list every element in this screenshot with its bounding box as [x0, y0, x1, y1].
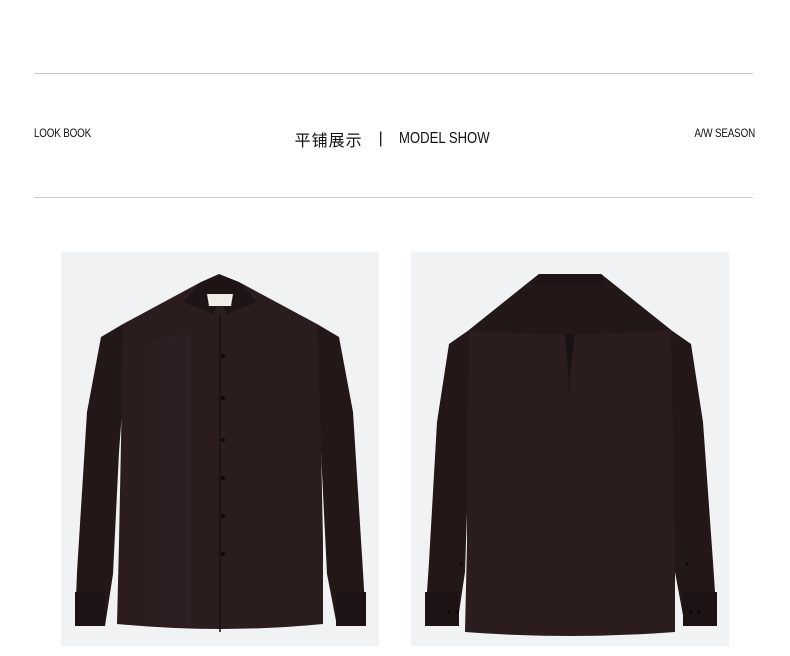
title-separator: |: [378, 130, 383, 147]
shirt-back-illustration: [425, 274, 717, 636]
shirt-back-image: [411, 252, 729, 646]
top-divider: [34, 73, 753, 74]
bottom-divider: [34, 197, 753, 198]
shirt-front-image: [61, 252, 379, 646]
section-title: 平铺展示 | MODEL SHOW: [0, 127, 790, 151]
section-title-en: MODEL SHOW: [398, 130, 490, 147]
section-title-cn: 平铺展示: [294, 133, 363, 150]
season-label: A/W SEASON: [694, 126, 755, 140]
shirt-front-illustration: [75, 274, 366, 632]
